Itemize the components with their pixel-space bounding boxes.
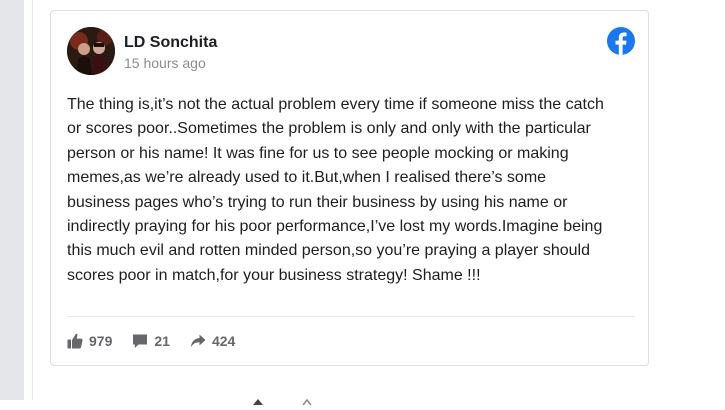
post-text-line: The thing is,it’s not the actual problem… bbox=[67, 96, 604, 113]
post-text-line: indirectly praying for his poor performa… bbox=[67, 218, 603, 236]
comment-icon bbox=[133, 334, 148, 348]
avatar[interactable] bbox=[67, 27, 115, 75]
post-timestamp[interactable]: 15 hours ago bbox=[124, 55, 206, 71]
post-text: The thing is,it’s not the actual problem… bbox=[67, 93, 637, 288]
post-text-line: person or his name! It was fine for us t… bbox=[67, 144, 569, 162]
share-icon bbox=[190, 334, 206, 348]
post-text-line: this much evil and rotten minded person,… bbox=[67, 242, 590, 260]
comment-count-button[interactable]: 21 bbox=[132, 333, 170, 349]
like-count-button[interactable]: 979 bbox=[67, 333, 112, 349]
facebook-post-card: LD Sonchita 15 hours ago The thing is,it… bbox=[50, 10, 649, 366]
post-text-line: or scores poor..Sometimes the problem is… bbox=[67, 120, 591, 138]
feed-edge-divider bbox=[32, 0, 33, 400]
share-count-button[interactable]: 424 bbox=[190, 333, 235, 349]
post-text-line: scores poor in match,for your business s… bbox=[67, 266, 481, 284]
post-text-line: memes,as we’re already used to it.But,wh… bbox=[67, 169, 547, 187]
page-background-strip bbox=[0, 0, 24, 400]
share-count: 424 bbox=[211, 333, 236, 349]
author-name[interactable]: LD Sonchita bbox=[124, 34, 217, 52]
post-stats-bar: 979 21 424 bbox=[67, 331, 255, 351]
thumbs-up-icon bbox=[67, 333, 83, 349]
like-count: 979 bbox=[89, 333, 113, 349]
comment-count: 21 bbox=[154, 333, 170, 349]
avatar-photo bbox=[67, 27, 115, 75]
card-divider bbox=[67, 316, 635, 317]
post-text-line: business pages who’s trying to run their… bbox=[67, 193, 568, 211]
facebook-icon[interactable] bbox=[607, 27, 635, 55]
cropped-bottom-icons bbox=[253, 392, 313, 406]
